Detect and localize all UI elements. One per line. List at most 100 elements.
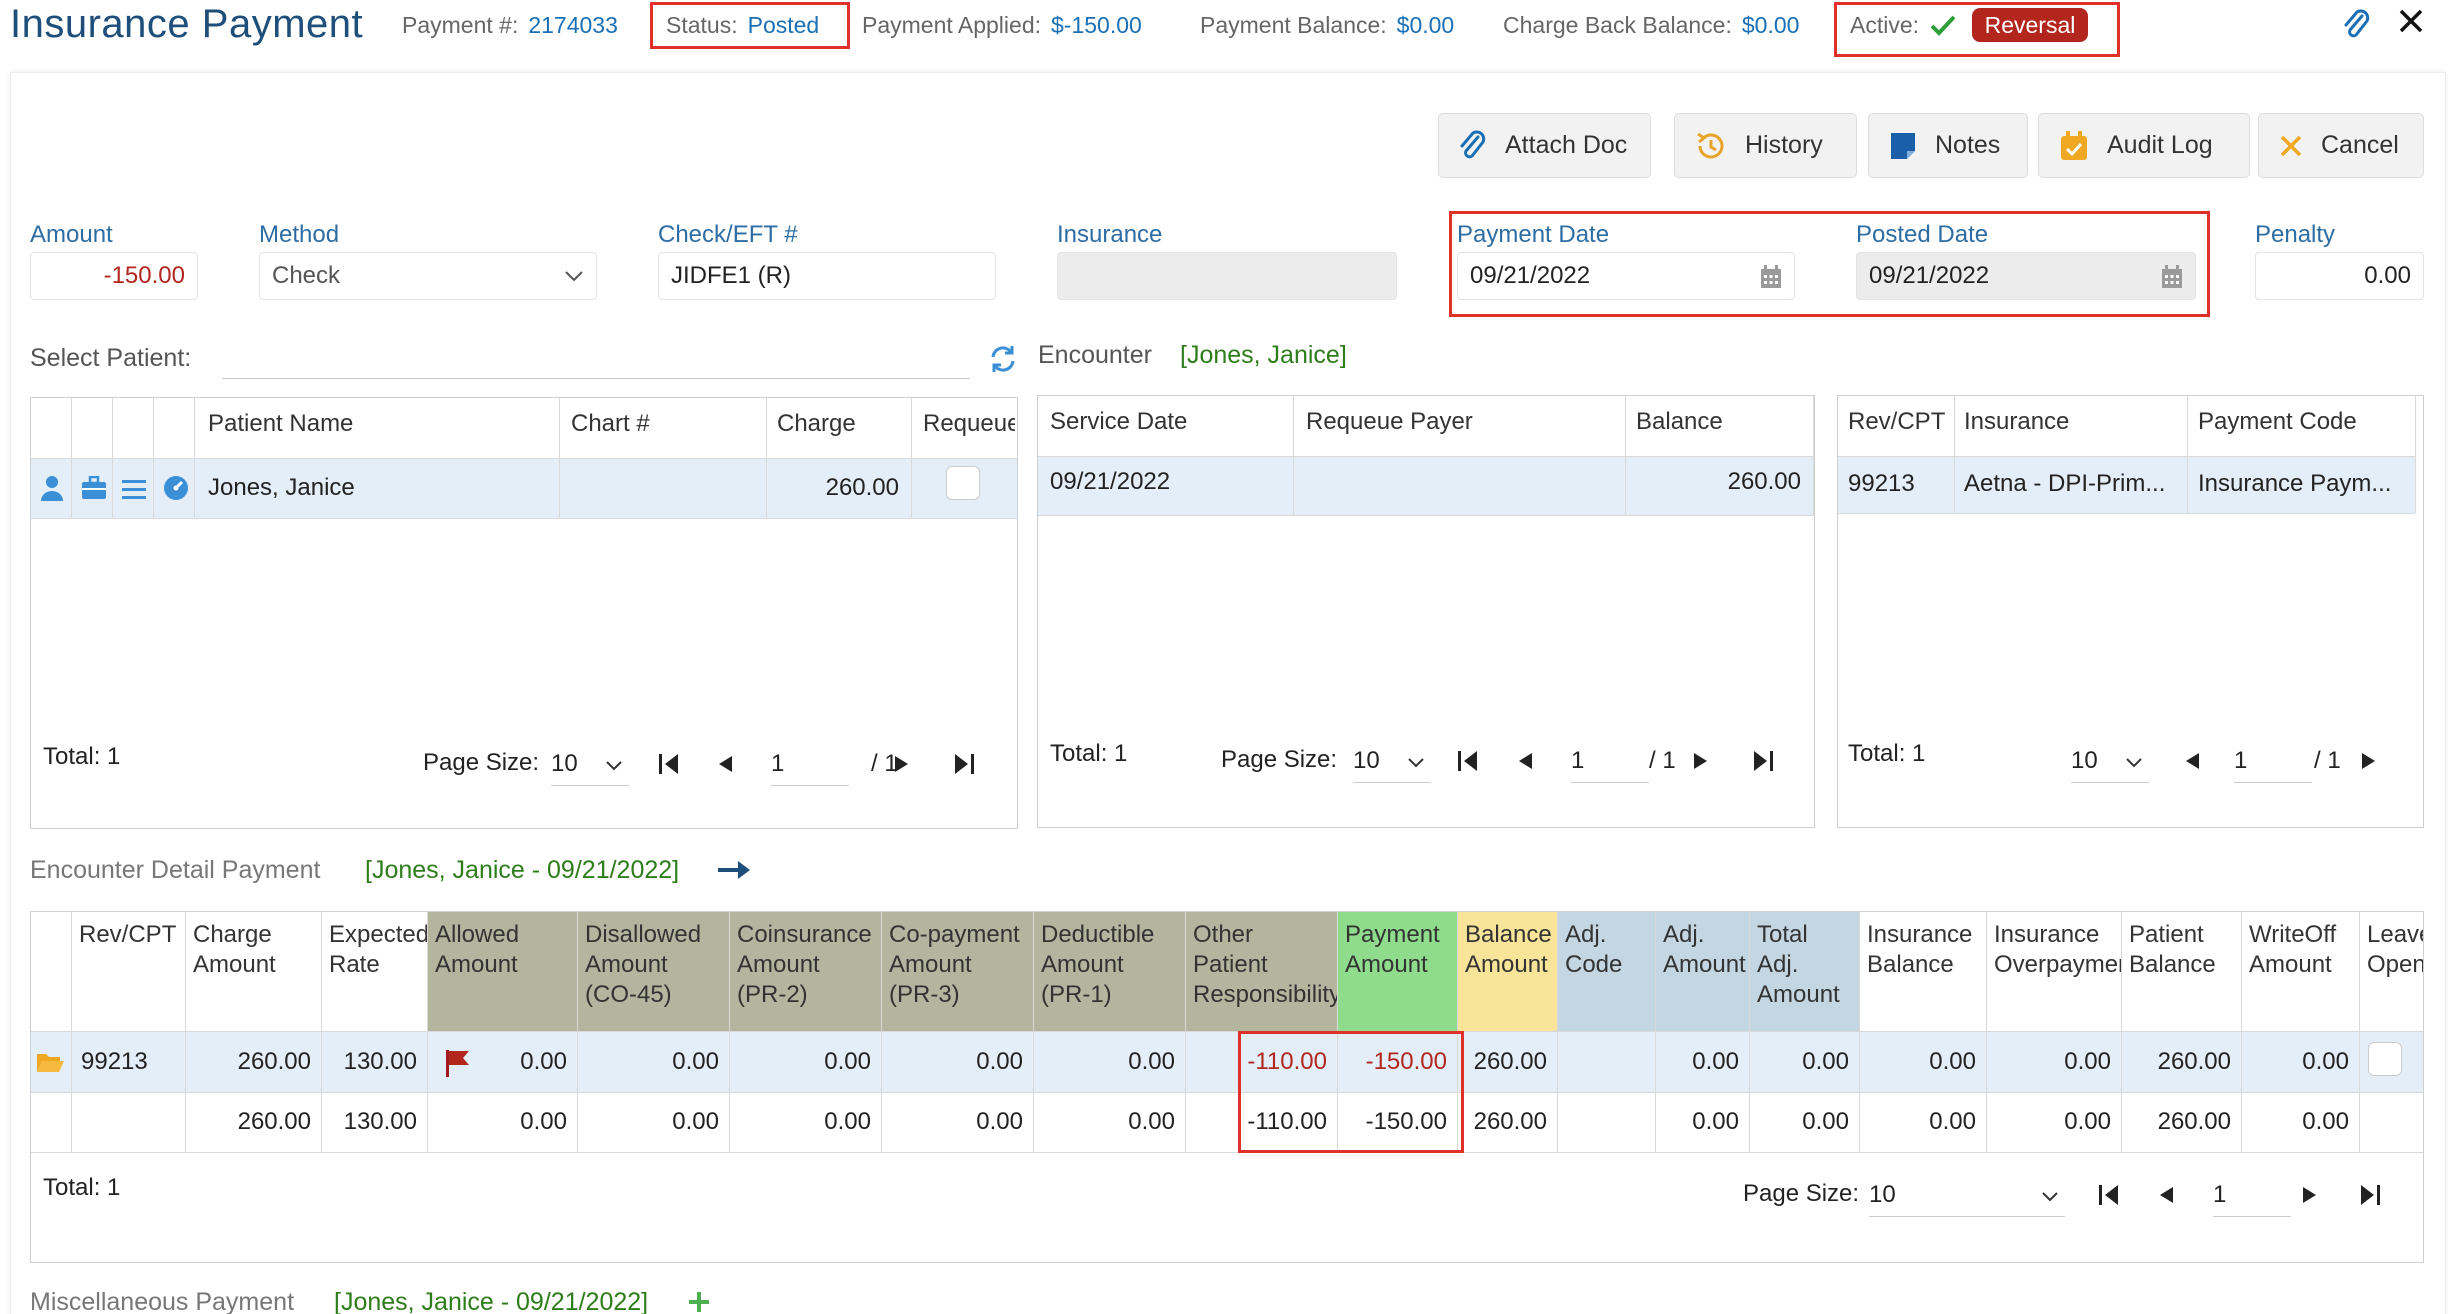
detail-col-header[interactable]: Insurance Overpayment <box>1986 912 2121 988</box>
patient-name-cell[interactable]: Jones, Janice <box>208 474 355 502</box>
detail-col-header[interactable]: Deductible Amount (PR-1) <box>1033 912 1185 1018</box>
person-icon[interactable] <box>39 474 65 502</box>
first-page-icon[interactable] <box>656 751 682 777</box>
check-eft-field[interactable]: JIDFE1 (R) <box>658 252 996 300</box>
chevron-down-icon <box>565 271 583 282</box>
first-page-icon[interactable] <box>1455 748 1481 774</box>
payment-date-field[interactable]: 09/21/2022 <box>1457 252 1795 300</box>
charge-cell: 260.00 <box>825 474 899 501</box>
prev-page-icon[interactable] <box>2183 751 2201 771</box>
amounts-highlight <box>1238 1031 1464 1153</box>
page-number-input[interactable]: 1 <box>1571 747 1649 783</box>
detail-col-header-line: Amount <box>435 951 518 978</box>
detail-cell: 0.00 <box>2064 1048 2111 1075</box>
col-payment-code[interactable]: Payment Code <box>2198 408 2357 436</box>
next-page-icon[interactable] <box>893 754 911 774</box>
detail-col-header[interactable]: Insurance Balance <box>1859 912 1986 988</box>
detail-col-header-line: (PR-1) <box>1041 981 1112 1008</box>
page-size-select[interactable]: 10 <box>2071 747 2149 783</box>
detail-col-header-line: Code <box>1565 951 1623 978</box>
col-insurance[interactable]: Insurance <box>1964 408 2069 436</box>
detail-col-header[interactable]: Other Patient Responsibility <box>1185 912 1337 1018</box>
detail-col-header[interactable]: Total Adj. Amount <box>1749 912 1859 1018</box>
prev-page-icon[interactable] <box>1516 751 1534 771</box>
detail-cell: 260.00 <box>2157 1048 2231 1075</box>
last-page-icon[interactable] <box>2357 1182 2383 1208</box>
audit-log-button[interactable]: Audit Log <box>2038 113 2250 178</box>
service-date-cell[interactable]: 09/21/2022 <box>1050 468 1170 496</box>
page-size-select[interactable]: 10 <box>551 750 629 786</box>
detail-col-header[interactable]: Allowed Amount <box>427 912 577 988</box>
detail-col-header[interactable]: Disallowed Amount (CO-45) <box>577 912 729 1018</box>
posted-date-label: Posted Date <box>1856 221 1989 248</box>
history-button[interactable]: History <box>1674 113 1857 178</box>
detail-col-header[interactable]: Balance Amount <box>1457 912 1557 988</box>
payment-applied-value: $-150.00 <box>1051 12 1142 38</box>
encounter-patient: [Jones, Janice] <box>1180 341 1347 370</box>
plus-icon[interactable] <box>686 1290 712 1314</box>
col-patient-name[interactable]: Patient Name <box>208 410 353 438</box>
paperclip-icon[interactable] <box>2342 8 2372 42</box>
prev-page-icon[interactable] <box>2157 1185 2175 1205</box>
next-page-icon[interactable] <box>2360 751 2378 771</box>
dashboard-icon[interactable] <box>162 474 190 502</box>
cpt-cell[interactable]: 99213 <box>1848 470 1915 498</box>
folder-open-icon[interactable] <box>35 1050 65 1074</box>
detail-col-header[interactable]: Co-payment Amount (PR-3) <box>881 912 1033 1018</box>
attach-doc-button[interactable]: Attach Doc <box>1438 113 1651 178</box>
col-rev-cpt[interactable]: Rev/CPT <box>1848 408 1945 436</box>
payment-code-cell: Insurance Paym... <box>2198 470 2392 497</box>
page-number-input[interactable]: 1 <box>2213 1181 2291 1217</box>
col-chart[interactable]: Chart # <box>571 410 650 438</box>
detail-col-header[interactable]: Adj. Code <box>1557 912 1655 988</box>
detail-col-header-line: Amount <box>1465 951 1548 978</box>
briefcase-icon[interactable] <box>80 476 108 500</box>
detail-col-header-line: Expected <box>329 921 427 948</box>
calendar-icon[interactable] <box>1760 265 1782 289</box>
detail-col-header[interactable]: Expected Rate <box>321 912 427 988</box>
method-select[interactable]: Check <box>259 252 597 300</box>
detail-col-header[interactable]: Coinsurance Amount (PR-2) <box>729 912 881 1018</box>
charge-back-balance-label: Charge Back Balance: <box>1503 12 1732 38</box>
refresh-icon[interactable] <box>988 344 1018 374</box>
next-page-icon[interactable] <box>1692 751 1710 771</box>
arrow-right-icon[interactable] <box>716 858 754 882</box>
prev-page-icon[interactable] <box>716 754 734 774</box>
amount-field[interactable]: -150.00 <box>30 252 198 300</box>
paperclip-icon <box>1460 129 1486 158</box>
last-page-icon[interactable] <box>951 751 977 777</box>
notes-button[interactable]: Notes <box>1868 113 2028 178</box>
cancel-button[interactable]: Cancel <box>2258 113 2424 178</box>
col-requeue-payer[interactable]: Requeue Payer <box>1306 408 1473 436</box>
detail-col-header[interactable]: Payment Amount <box>1337 912 1457 988</box>
close-icon[interactable] <box>2398 8 2424 34</box>
first-page-icon[interactable] <box>2096 1182 2122 1208</box>
misc-patient-value: [Jones, Janice - 09/21/2022] <box>334 1288 649 1314</box>
col-service-date[interactable]: Service Date <box>1050 408 1187 436</box>
detail-cell[interactable]: 99213 <box>81 1048 181 1076</box>
detail-col-header-line: Balance <box>2129 951 2216 978</box>
detail-cell: 0.00 <box>976 1108 1023 1135</box>
leave-open-checkbox[interactable] <box>2368 1042 2402 1076</box>
page-size-select[interactable]: 10 <box>1353 747 1431 783</box>
select-patient-input[interactable] <box>222 378 970 379</box>
last-page-icon[interactable] <box>1750 748 1776 774</box>
page-size-select[interactable]: 10 <box>1869 1181 2065 1217</box>
detail-col-header[interactable]: Rev/CPT <box>71 912 185 958</box>
col-requeue[interactable]: Requeue <box>923 410 1015 438</box>
detail-col-header[interactable]: Adj. Amount <box>1655 912 1749 988</box>
requeue-checkbox[interactable] <box>946 466 980 500</box>
penalty-field[interactable]: 0.00 <box>2255 252 2424 300</box>
col-balance[interactable]: Balance <box>1636 408 1723 436</box>
detail-col-header[interactable]: WriteOff Amount <box>2241 912 2359 988</box>
chevron-down-icon <box>606 761 622 771</box>
list-icon[interactable] <box>121 478 147 500</box>
col-charge[interactable]: Charge <box>777 410 856 438</box>
detail-cell: 0.00 <box>1802 1108 1849 1135</box>
detail-col-header[interactable]: Leave Open <box>2359 912 2423 988</box>
page-number-input[interactable]: 1 <box>2234 747 2312 783</box>
detail-col-header[interactable]: Charge Amount <box>185 912 321 988</box>
page-number-input[interactable]: 1 <box>771 750 849 786</box>
next-page-icon[interactable] <box>2301 1185 2319 1205</box>
detail-col-header[interactable]: Patient Balance <box>2121 912 2241 988</box>
